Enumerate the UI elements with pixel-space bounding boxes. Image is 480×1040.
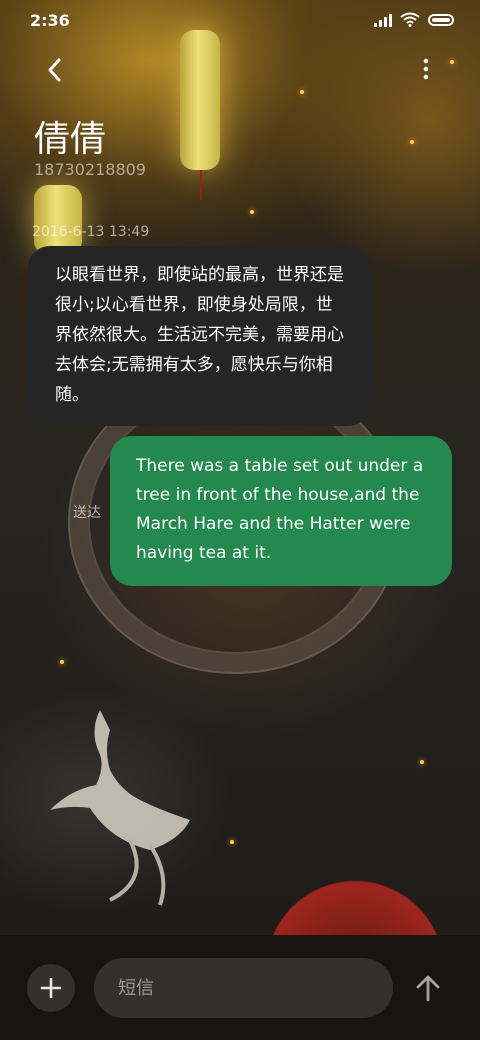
status-bar: 2:36 [0, 0, 480, 42]
send-button[interactable] [408, 966, 448, 1010]
chevron-left-icon [48, 58, 61, 82]
wifi-icon [400, 12, 420, 27]
delivery-status: 送达 [73, 505, 101, 521]
message-timestamp: 2016-6-13 13:49 [32, 224, 150, 240]
arrow-up-icon [416, 975, 440, 1002]
sparkle-decoration [450, 60, 454, 64]
lantern-decoration [34, 185, 82, 285]
sparkle-decoration [410, 140, 414, 144]
sparkle-decoration [230, 840, 234, 844]
contact-name: 倩倩 [34, 119, 107, 160]
back-button[interactable] [40, 55, 70, 85]
fan-decoration [270, 850, 440, 935]
sparkle-decoration [300, 90, 304, 94]
status-time: 2:36 [30, 11, 70, 30]
crane-decoration [50, 710, 190, 906]
signal-icon [374, 13, 392, 27]
sparkle-decoration [420, 760, 424, 764]
contact-number: 18730218809 [34, 160, 146, 179]
add-attachment-button[interactable] [27, 964, 75, 1012]
more-options-button[interactable] [416, 56, 436, 84]
sparkle-decoration [60, 660, 64, 664]
more-vertical-icon [423, 58, 429, 80]
lantern-decoration [180, 30, 220, 200]
message-input[interactable] [94, 958, 393, 1018]
incoming-message-bubble[interactable]: 以眼看世界，即使站的最高，世界还是很小;以心看世界，即使身处局限，世界依然很大。… [28, 246, 370, 426]
status-icons [374, 12, 454, 27]
outgoing-message-bubble[interactable]: There was a table set out under a tree i… [110, 436, 452, 586]
battery-icon [428, 13, 454, 26]
sparkle-decoration [250, 210, 254, 214]
plus-icon [40, 977, 62, 999]
